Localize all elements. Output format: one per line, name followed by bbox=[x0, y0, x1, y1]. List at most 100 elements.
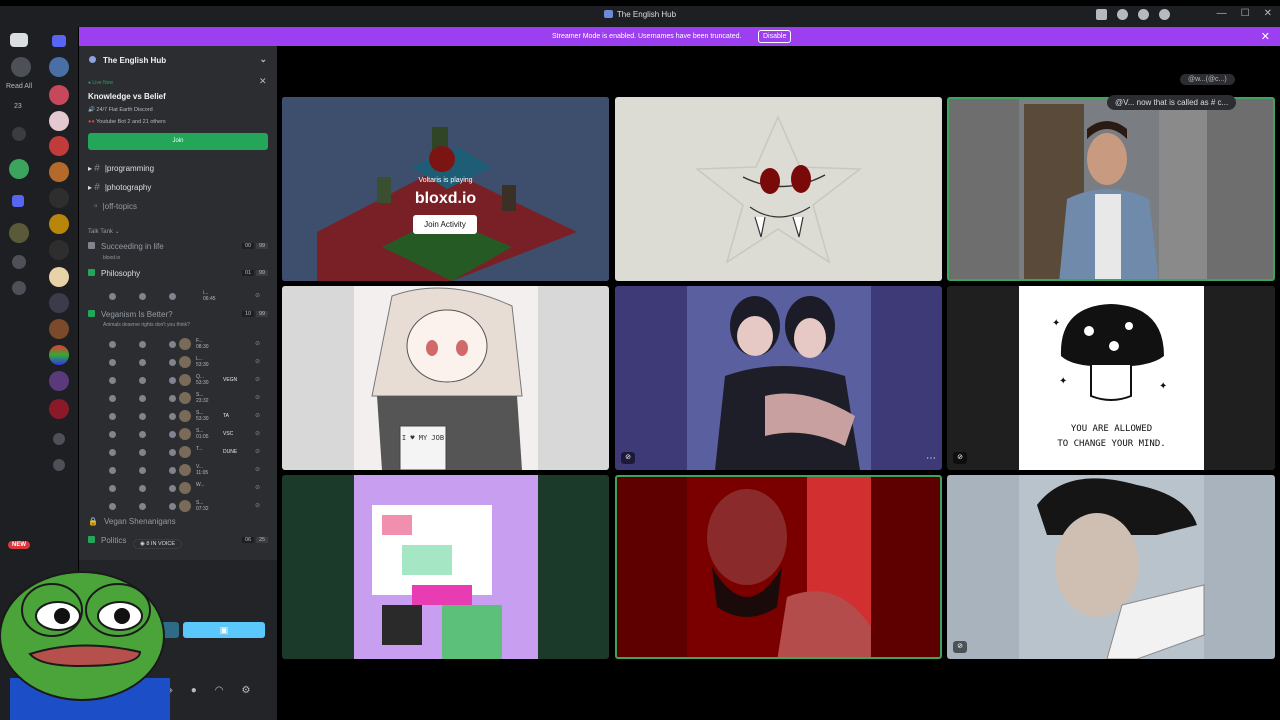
explore-icon[interactable] bbox=[53, 459, 65, 471]
more-options-icon[interactable]: ⋯ bbox=[926, 453, 936, 464]
video-tile[interactable]: ⊘ bbox=[947, 475, 1275, 659]
server-icon[interactable] bbox=[49, 136, 69, 156]
channel-off-topics[interactable]: ▫ |off-topics bbox=[88, 201, 137, 212]
voice-user[interactable]: L... 53:30 ⊘ bbox=[103, 355, 263, 369]
add-server-icon[interactable] bbox=[12, 255, 26, 269]
inbox-icon[interactable] bbox=[1096, 9, 1107, 20]
maximize-icon[interactable]: ☐ bbox=[1241, 8, 1250, 19]
server-icon[interactable] bbox=[49, 319, 69, 339]
video-tile[interactable] bbox=[615, 97, 942, 281]
join-button[interactable]: Join bbox=[88, 133, 268, 150]
voice-user[interactable]: S... 53:30 TA ⊘ bbox=[103, 409, 263, 423]
user-tag: VEGN bbox=[223, 377, 238, 383]
category-talk-tank[interactable]: Talk Tank ⌄ bbox=[88, 228, 120, 235]
voice-channel-succeeding[interactable]: Succeeding in life 00 99 bbox=[88, 242, 269, 251]
server-icon[interactable] bbox=[49, 214, 69, 234]
discover-icon[interactable] bbox=[12, 281, 26, 295]
voice-user[interactable]: Q... 53:30 VEGN ⊘ bbox=[103, 373, 263, 387]
video-tile[interactable]: ✦ ✦ ✦ YOU ARE ALLOWED TO CHANGE YOUR MIN… bbox=[947, 286, 1275, 470]
close-icon[interactable]: ✕ bbox=[1264, 8, 1272, 19]
video-tile[interactable] bbox=[282, 475, 609, 659]
headphones-icon[interactable]: ◠ bbox=[215, 685, 224, 696]
microphone-icon[interactable]: ● bbox=[191, 685, 197, 696]
voice-user[interactable]: i... 06:45 ⊘ bbox=[103, 289, 263, 303]
voice-user[interactable]: S... 07:32 ⊘ bbox=[103, 499, 263, 513]
server-icon bbox=[603, 10, 613, 18]
server-icon[interactable] bbox=[49, 345, 69, 365]
voice-user[interactable]: S... 23:32 ⊘ bbox=[103, 391, 263, 405]
muted-icon: ⊘ bbox=[255, 395, 261, 401]
video-tile[interactable]: ⊘ ⋯ bbox=[615, 286, 942, 470]
profile-art bbox=[1019, 475, 1205, 659]
server-icon[interactable] bbox=[49, 188, 69, 208]
settings-icon[interactable] bbox=[1138, 9, 1149, 20]
voice-user[interactable]: F... 08:30 ⊘ bbox=[103, 337, 263, 351]
voice-channel-politics[interactable]: Politics 06 25 bbox=[88, 536, 269, 545]
avatar[interactable] bbox=[9, 159, 29, 179]
profile-art bbox=[687, 477, 871, 657]
voice-channel-philosophy[interactable]: Philosophy 01 99 bbox=[88, 269, 269, 278]
user-name: S... 53:30 bbox=[196, 410, 209, 422]
group-icon[interactable] bbox=[9, 223, 29, 243]
svg-text:✦: ✦ bbox=[1159, 381, 1167, 392]
server-icon[interactable] bbox=[49, 267, 69, 287]
chevron-down-icon[interactable]: ⌄ bbox=[259, 54, 267, 65]
server-icon[interactable] bbox=[49, 240, 69, 260]
voice-user[interactable]: T... DUNE ⊘ bbox=[103, 445, 263, 459]
server-icon[interactable] bbox=[49, 57, 69, 77]
server-icon[interactable] bbox=[49, 111, 69, 131]
notifications-icon[interactable] bbox=[11, 57, 31, 77]
voice-channel-veganism[interactable]: Veganism Is Better? 10 99 bbox=[88, 310, 269, 319]
muted-icon: ⊘ bbox=[255, 503, 261, 509]
avatar bbox=[179, 338, 191, 350]
status-icon bbox=[169, 377, 176, 384]
status-icon bbox=[169, 449, 176, 456]
mic-icon bbox=[109, 293, 116, 300]
server-icon[interactable] bbox=[49, 399, 69, 419]
camera-feed bbox=[1019, 99, 1207, 279]
add-server-icon[interactable] bbox=[53, 433, 65, 445]
close-icon[interactable]: ✕ bbox=[259, 76, 267, 87]
help-icon[interactable] bbox=[1117, 9, 1128, 20]
video-tile-speaking[interactable] bbox=[947, 97, 1275, 281]
muted-icon: ⊘ bbox=[255, 293, 261, 299]
video-tile[interactable]: I ♥ MY JOB bbox=[282, 286, 609, 470]
activities-button[interactable]: ▣ bbox=[183, 622, 265, 638]
search-icon[interactable] bbox=[12, 127, 26, 141]
streamer-mode-icon[interactable] bbox=[1159, 9, 1170, 20]
stage-subtitle: 🔊 24/7 Flat Earth Discord bbox=[88, 107, 153, 113]
dm-icon[interactable] bbox=[12, 195, 24, 207]
folder-icon[interactable] bbox=[52, 35, 66, 47]
video-tile-speaking[interactable] bbox=[615, 475, 942, 659]
server-icon[interactable] bbox=[49, 85, 69, 105]
avatar bbox=[179, 446, 191, 458]
headset-icon bbox=[139, 413, 146, 420]
channel-photography[interactable]: ▸ # |photography bbox=[88, 182, 151, 193]
chat-tooltip[interactable]: @V... now that is called as # c... bbox=[1107, 95, 1237, 110]
disable-button[interactable]: Disable bbox=[758, 30, 792, 43]
live-now-label: ● Live Now bbox=[88, 80, 113, 86]
chat-bubble[interactable]: @w...(@c...) bbox=[1180, 74, 1235, 85]
server-icon[interactable] bbox=[49, 371, 69, 391]
read-all-label[interactable]: Read All bbox=[6, 83, 32, 90]
voice-user[interactable]: W... ⊘ bbox=[103, 481, 263, 495]
activity-tile[interactable]: Voltaris is playing bloxd.io Join Activi… bbox=[282, 97, 609, 281]
headset-icon bbox=[139, 395, 146, 402]
settings-icon[interactable]: ⚙ bbox=[241, 685, 250, 696]
server-icon[interactable] bbox=[49, 162, 69, 182]
minimize-icon[interactable]: — bbox=[1217, 8, 1227, 19]
discord-home-icon[interactable] bbox=[10, 33, 28, 47]
voice-user[interactable]: V... 11:05 ⊘ bbox=[103, 463, 263, 477]
channel-programming[interactable]: ▸ # |programming bbox=[88, 163, 154, 174]
muted-icon: ⊘ bbox=[621, 452, 635, 464]
server-icon[interactable] bbox=[49, 293, 69, 313]
voice-user[interactable]: S... 01:05 VSC ⊘ bbox=[103, 427, 263, 441]
server-header[interactable]: The English Hub ⌄ bbox=[79, 46, 277, 72]
user-name: S... 01:05 bbox=[196, 428, 209, 440]
avatar bbox=[179, 500, 191, 512]
close-banner-icon[interactable]: ✕ bbox=[1261, 30, 1270, 43]
channel-vegan-shenanigans[interactable]: 🔒 Vegan Shenanigans bbox=[88, 517, 176, 526]
user-name: Q... 53:30 bbox=[196, 374, 209, 386]
status-icon bbox=[169, 413, 176, 420]
join-activity-button[interactable]: Join Activity bbox=[413, 215, 477, 234]
